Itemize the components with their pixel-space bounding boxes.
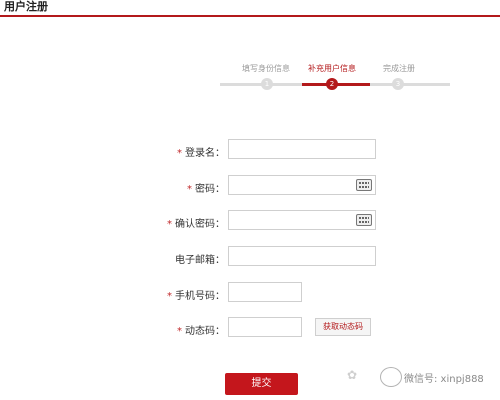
- confirm-password-label: * 确认密码：: [167, 219, 225, 230]
- step-track-3: [370, 83, 450, 86]
- keyboard-icon[interactable]: [356, 179, 372, 191]
- dynamic-code-input[interactable]: [228, 317, 302, 337]
- required-mark: *: [177, 148, 182, 159]
- registration-page: 用户注册 填写身份信息 补充用户信息 完成注册 1 2 3 * 登录名： * 密码：…: [0, 0, 500, 400]
- get-code-button[interactable]: 获取动态码: [315, 318, 371, 336]
- password-label: * 密码：: [187, 184, 225, 195]
- login-name-row: * 登录名：: [0, 139, 500, 163]
- header-divider: [0, 15, 500, 17]
- step-1-dot: 1: [261, 78, 273, 90]
- phone-row: * 手机号码：: [0, 282, 500, 306]
- dynamic-code-row: * 动态码： 获取动态码: [0, 317, 500, 341]
- phone-input[interactable]: [228, 282, 302, 302]
- login-name-label: * 登录名：: [177, 148, 225, 159]
- required-mark: *: [177, 326, 182, 337]
- submit-button[interactable]: 提交: [225, 373, 298, 395]
- step-1-label: 填写身份信息: [242, 64, 290, 73]
- confirm-password-row: * 确认密码：: [0, 210, 500, 234]
- email-input[interactable]: [228, 246, 376, 266]
- watermark: ✿ 微信号: xinpj888: [326, 363, 496, 391]
- page-title: 用户注册: [4, 0, 48, 13]
- step-2-dot: 2: [326, 78, 338, 90]
- required-mark: *: [167, 291, 172, 302]
- wechat-icon: [380, 367, 402, 387]
- step-2-label: 补充用户信息: [308, 64, 356, 73]
- registration-steps: 填写身份信息 补充用户信息 完成注册 1 2 3: [220, 63, 450, 95]
- confirm-password-input[interactable]: [228, 210, 376, 230]
- required-mark: *: [167, 219, 172, 230]
- email-label: 电子邮箱：: [175, 255, 225, 266]
- phone-label: * 手机号码：: [167, 291, 225, 302]
- step-3-dot: 3: [392, 78, 404, 90]
- email-row: 电子邮箱：: [0, 246, 500, 270]
- required-mark: *: [187, 184, 192, 195]
- password-row: * 密码：: [0, 175, 500, 199]
- keyboard-icon[interactable]: [356, 214, 372, 226]
- watermark-text: 微信号: xinpj888: [404, 374, 484, 385]
- dynamic-code-label: * 动态码：: [177, 326, 225, 337]
- login-name-input[interactable]: [228, 139, 376, 159]
- password-input[interactable]: [228, 175, 376, 195]
- watermark-paw-icon: ✿: [346, 368, 358, 382]
- step-3-label: 完成注册: [383, 64, 415, 73]
